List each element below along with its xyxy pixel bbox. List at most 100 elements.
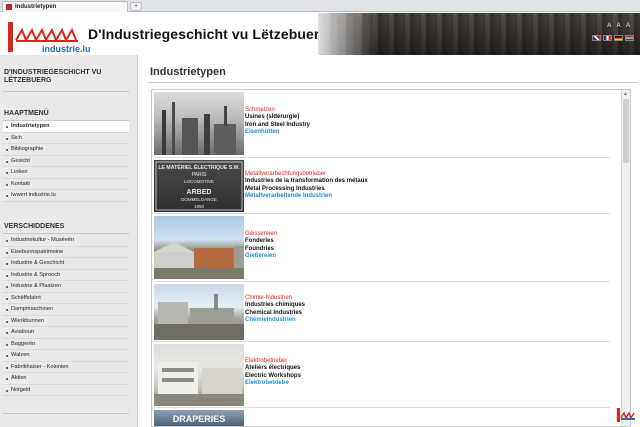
label-french[interactable]: Ateliers électriques	[245, 365, 301, 372]
site-logo[interactable]: industrie.lu	[6, 16, 91, 54]
label-english[interactable]: Iron and Steel Industry	[245, 122, 310, 129]
label-german[interactable]: Gießereien	[245, 253, 277, 260]
plate-line-2: PARIS	[192, 172, 207, 178]
main-menu-heading: HAAPTMENÜ	[4, 110, 49, 117]
sidebar-item-misc[interactable]: Eisebunnspatrimoine	[3, 247, 129, 258]
flag-en-icon[interactable]	[592, 35, 601, 41]
list-item[interactable]: Géissereien Fonderies Foundries Gießerei…	[154, 214, 610, 282]
label-french[interactable]: Fonderies	[245, 238, 277, 245]
site-title: D'Industriegeschicht vu Lëtzebuerg	[88, 26, 329, 42]
misc-menu-heading: VERSCHIDDENES	[4, 223, 65, 230]
new-tab-button[interactable]: +	[130, 2, 142, 11]
page-title: Industrietypen	[150, 66, 226, 78]
tab-title: Industrietypen	[15, 4, 57, 10]
flag-fr-icon[interactable]	[603, 35, 612, 41]
steelworks-image	[162, 102, 236, 155]
list-item[interactable]: Elektrobetrieber Ateliers électriques El…	[154, 342, 610, 408]
steelworks-thumbnail[interactable]	[154, 92, 244, 155]
list-item[interactable]: LE MATÉRIEL ÉLECTRIQUE S.W. PARIS LOCOMO…	[154, 158, 610, 214]
plate-line-3: LOCOMOTIVE	[184, 179, 214, 184]
label-french[interactable]: Industries chimiques	[245, 302, 305, 309]
label-luxembourgish[interactable]: Géissereien	[245, 231, 277, 238]
label-french[interactable]: Industries de la transformation des méta…	[245, 178, 368, 185]
main-content: Industrietypen Schmelzen Usines (sidérur…	[139, 55, 640, 427]
label-german[interactable]: Elektrobetriebe	[245, 380, 301, 387]
label-german[interactable]: Eisenhütten	[245, 129, 310, 136]
flag-nl-icon[interactable]	[625, 35, 634, 41]
list-item-text: Géissereien Fonderies Foundries Gießerei…	[245, 231, 277, 261]
list-item[interactable]: Chimie-Industrien Industries chimiques C…	[154, 282, 610, 342]
site-header: industrie.lu D'Industriegeschicht vu Lët…	[0, 13, 640, 55]
list-scrollbar[interactable]: ▲	[621, 90, 630, 426]
list-item[interactable]: Schmelzen Usines (sidérurgie) Iron and S…	[154, 90, 610, 158]
list-item-text: Metallverarbechtungsbetrieber Industries…	[245, 171, 368, 201]
scrollbar-thumb[interactable]	[623, 99, 629, 163]
main-menu: Industrietypen Sich Bibliographie Gesicht Li…	[3, 121, 129, 202]
list-item-text: Schmelzen Usines (sidérurgie) Iron and S…	[245, 107, 310, 137]
label-french[interactable]: Usines (sidérurgie)	[245, 114, 310, 121]
electric-workshop-image	[154, 362, 244, 406]
sidebar-item-misc[interactable]: Walzen	[3, 350, 129, 362]
divider	[148, 82, 638, 83]
sidebar-item-linken[interactable]: Linken	[3, 167, 129, 179]
sidebar: D'INDUSTRIEGESCHICHT VU LËTZEBUERG HAAPT…	[0, 55, 138, 427]
sidebar-item-misc[interactable]: Industrie & Sprooch	[3, 270, 129, 281]
label-english[interactable]: Chemical Industries	[245, 310, 305, 317]
sidebar-item-misc[interactable]: Industriekultur - Muséeën	[3, 235, 129, 247]
sidebar-item-misc[interactable]: Baggerën	[3, 339, 129, 350]
scroll-up-icon[interactable]: ▲	[623, 91, 628, 97]
sidebar-item-misc[interactable]: Notgeld	[3, 385, 129, 396]
browser-tab[interactable]: Industrietypen	[2, 1, 128, 12]
list-item[interactable]: DRAPERIES	[154, 408, 610, 426]
industry-type-list: Schmelzen Usines (sidérurgie) Iron and S…	[151, 89, 631, 427]
sidebar-item-misc[interactable]: Aktien	[3, 373, 129, 385]
electric-workshop-thumbnail[interactable]	[154, 344, 244, 406]
browser-tabbar: Industrietypen +	[0, 0, 640, 12]
sidebar-item-misc[interactable]: Wierkbunnen	[3, 316, 129, 327]
factory-corner-icon[interactable]	[616, 406, 636, 424]
sidebar-item-industrietypen[interactable]: Industrietypen	[3, 121, 129, 133]
list-item-text: Chimie-Industrien Industries chimiques C…	[245, 295, 305, 325]
sidebar-item-misc[interactable]: Industrie & Geschicht	[3, 258, 129, 270]
label-luxembourgish[interactable]: Schmelzen	[245, 107, 310, 114]
font-increase-button[interactable]: A	[607, 23, 611, 29]
sidebar-item-misc[interactable]: Dampmaschinen	[3, 304, 129, 316]
font-size-tools: A A A	[603, 23, 630, 29]
plate-line-4: ARBED	[187, 189, 212, 196]
sidebar-item-kontakt[interactable]: Kontakt	[3, 179, 129, 190]
label-german[interactable]: Metallverarbeitende Industrien	[245, 193, 368, 200]
sidebar-item-bibliographie[interactable]: Bibliographie	[3, 144, 129, 156]
favicon-icon	[6, 4, 12, 10]
plate-line-1: LE MATÉRIEL ÉLECTRIQUE S.W.	[158, 163, 240, 171]
sidebar-item-misc[interactable]: Schëffsfahrt	[3, 293, 129, 304]
label-luxembourgish[interactable]: Elektrobetrieber	[245, 358, 301, 365]
label-luxembourgish[interactable]: Metallverarbechtungsbetrieber	[245, 171, 368, 178]
plate-line-6: 1950	[194, 204, 205, 209]
label-german[interactable]: Chemieindustrien	[245, 317, 305, 324]
font-reset-button[interactable]: A	[617, 23, 621, 29]
language-flags	[592, 35, 634, 41]
sidebar-item-iwwert-industrie-lu[interactable]: Iwwert industrie.lu	[3, 190, 129, 202]
divider	[3, 91, 129, 92]
sidebar-item-misc[interactable]: Fabrikhaiser - Kolonien	[3, 362, 129, 373]
misc-menu: Industriekultur - Muséeën Eisebunnspatrim…	[3, 235, 129, 396]
sidebar-item-misc[interactable]: Aviatioun	[3, 327, 129, 339]
label-english[interactable]: Foundries	[245, 246, 277, 253]
label-luxembourgish[interactable]: Chimie-Industrien	[245, 295, 305, 302]
divider	[3, 413, 129, 414]
sidebar-item-misc[interactable]: Industrie & Plaatzen	[3, 281, 129, 293]
font-decrease-button[interactable]: A	[626, 23, 630, 29]
foundry-thumbnail[interactable]	[154, 216, 244, 279]
plate-line-5: DOMMELDANGE	[181, 197, 217, 202]
metal-plate-thumbnail[interactable]: LE MATÉRIEL ÉLECTRIQUE S.W. PARIS LOCOMO…	[154, 160, 244, 212]
textile-thumbnail[interactable]: DRAPERIES	[154, 410, 244, 426]
draperies-sign-image: DRAPERIES	[173, 414, 226, 424]
chemical-plant-thumbnail[interactable]	[154, 284, 244, 340]
sidebar-site-title[interactable]: D'INDUSTRIEGESCHICHT VU LËTZEBUERG	[4, 69, 124, 85]
header-photo: A A A	[318, 13, 640, 55]
label-english[interactable]: Electric Workshops	[245, 373, 301, 380]
flag-de-icon[interactable]	[614, 35, 623, 41]
label-english[interactable]: Metal Processing Industries	[245, 186, 368, 193]
sidebar-item-sich[interactable]: Sich	[3, 133, 129, 144]
sidebar-item-gesicht[interactable]: Gesicht	[3, 156, 129, 167]
